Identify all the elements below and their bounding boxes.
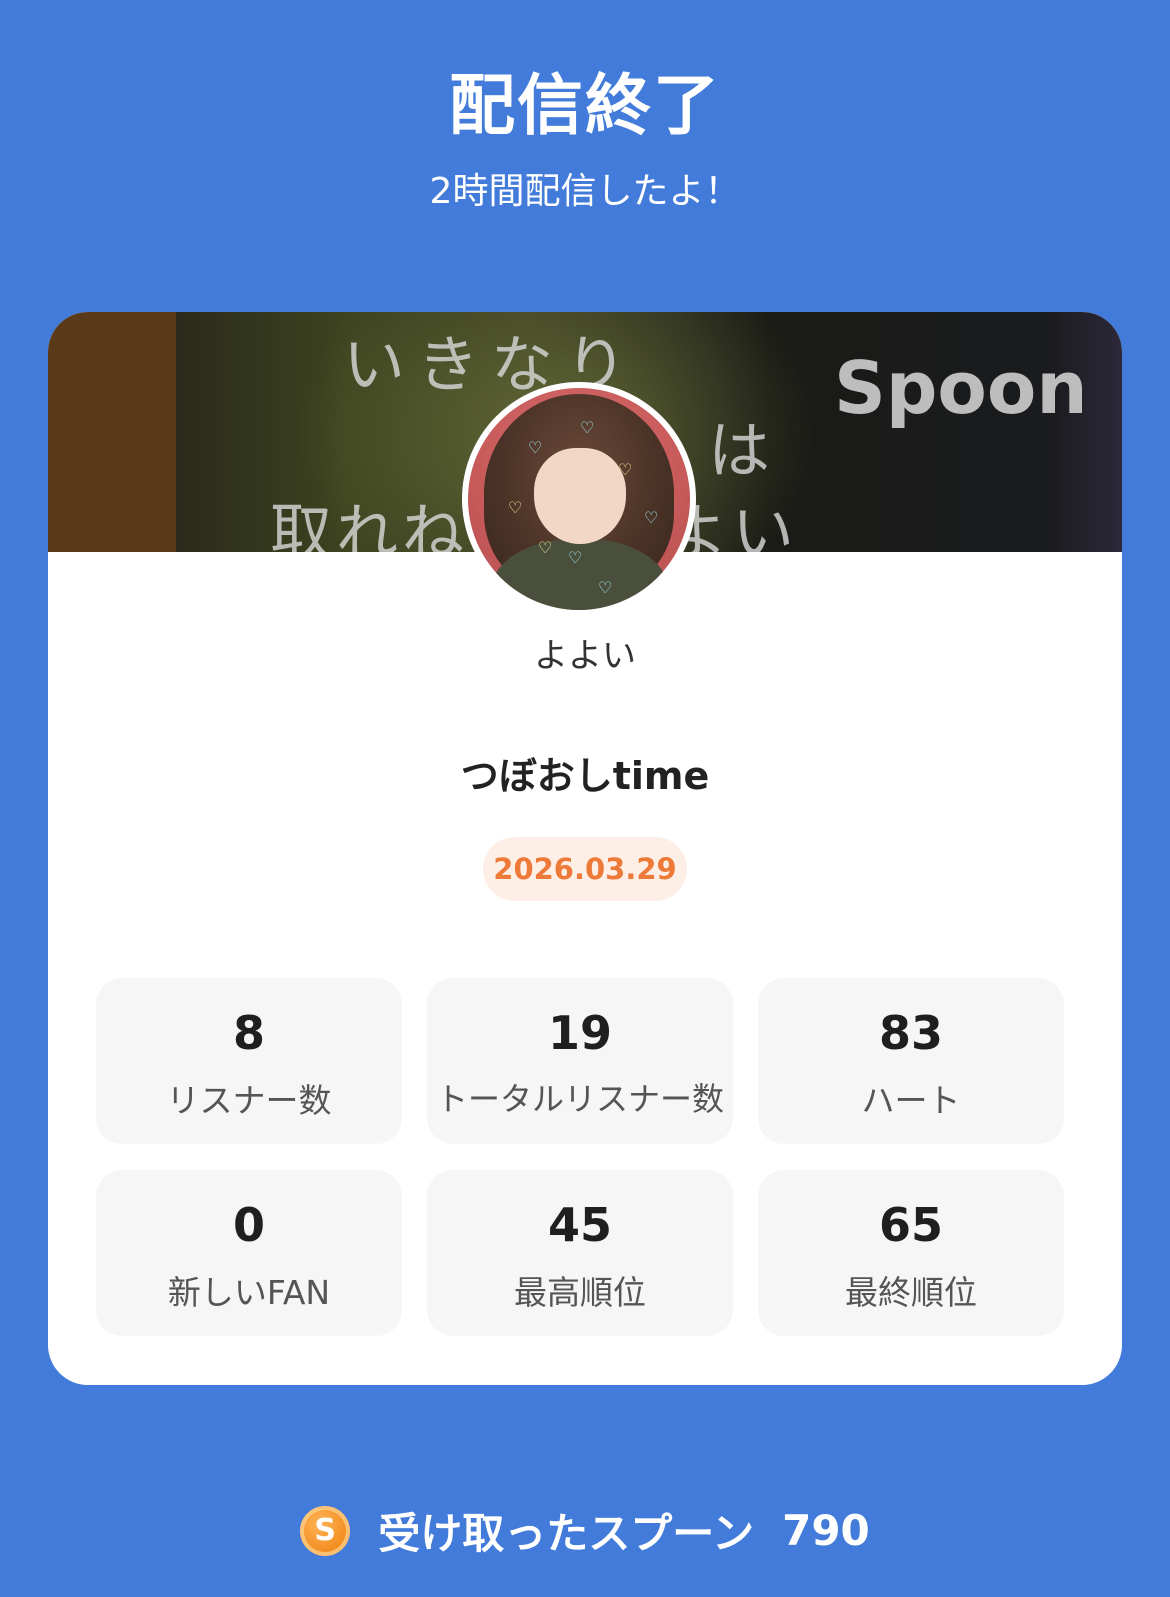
stat-label: リスナー数	[166, 1081, 332, 1120]
spoon-logo: Spoon	[834, 346, 1088, 430]
stat-highest-rank: 45 最高順位	[427, 1170, 733, 1336]
spoons-label: 受け取ったスプーン	[378, 1509, 755, 1558]
user-avatar[interactable]: ♡ ♡ ♡ ♡ ♡ ♡ ♡ ♡	[462, 382, 696, 616]
stat-value: 0	[232, 1198, 265, 1252]
spoons-value: 790	[782, 1506, 870, 1555]
stat-label: 最高順位	[514, 1273, 646, 1312]
stat-value: 8	[232, 1006, 265, 1060]
stat-value: 19	[547, 1006, 612, 1060]
banner-text-line2: は	[708, 414, 771, 487]
summary-card: いきなり は 取れね うよい Spoon ♡ ♡ ♡ ♡ ♡ ♡ ♡ ♡ よよい…	[48, 312, 1122, 1385]
stat-hearts: 83 ハート	[758, 978, 1064, 1144]
date-badge: 2026.03.29	[483, 837, 687, 901]
stat-label: ハート	[861, 1081, 961, 1120]
stat-value: 45	[547, 1198, 612, 1252]
stat-label: トータルリスナー数	[435, 1080, 724, 1118]
spoon-coin-icon: S	[300, 1505, 351, 1556]
stat-label: 最終順位	[845, 1273, 977, 1312]
username: よよい	[534, 636, 636, 676]
page-subtitle: 2時間配信したよ！	[429, 171, 741, 212]
broadcast-title: つぼおしtime	[460, 754, 710, 798]
stat-listeners: 8 リスナー数	[96, 978, 402, 1144]
stat-new-fans: 0 新しいFAN	[96, 1170, 402, 1336]
stat-total-listeners: 19 トータルリスナー数	[427, 978, 733, 1144]
page-title: 配信終了	[449, 67, 721, 144]
stat-value: 83	[878, 1006, 943, 1060]
stat-final-rank: 65 最終順位	[758, 1170, 1064, 1336]
stat-value: 65	[878, 1198, 943, 1252]
received-spoons: S 受け取ったスプーン 790	[0, 1500, 1170, 1560]
stat-label: 新しいFAN	[167, 1273, 331, 1312]
